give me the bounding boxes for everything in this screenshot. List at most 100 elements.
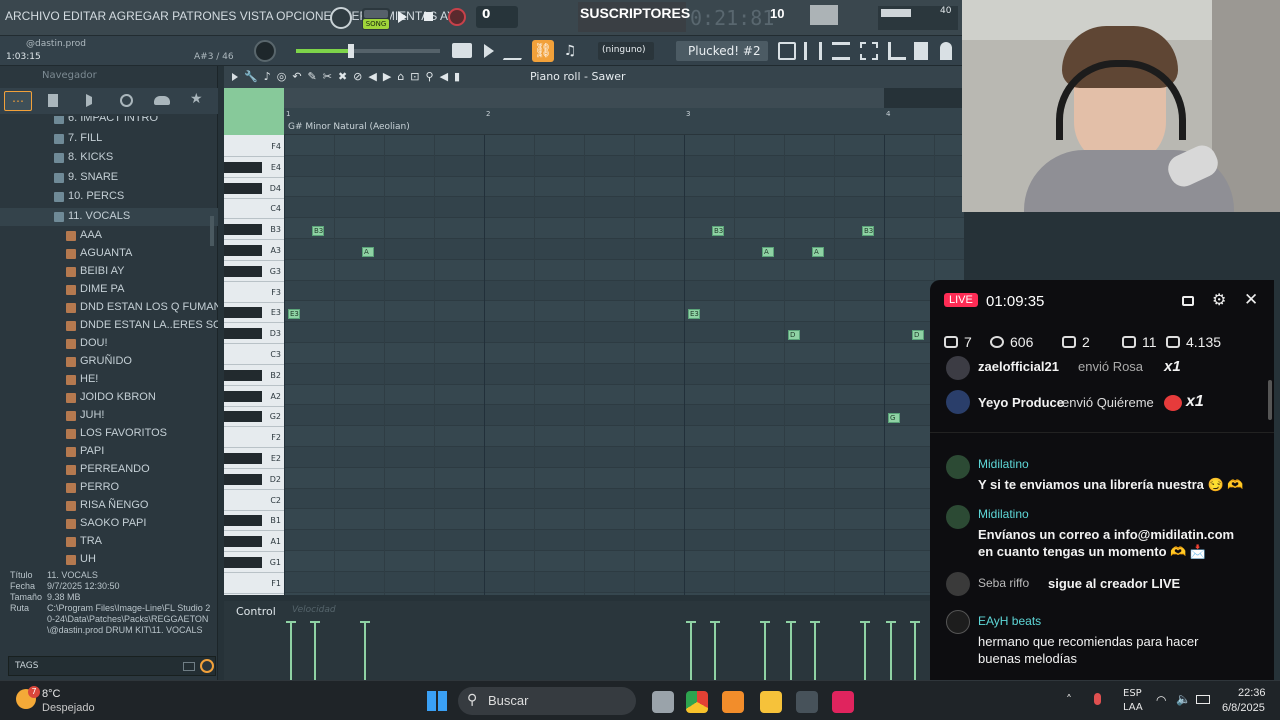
browser-item[interactable]: BEIBI AY (0, 263, 218, 281)
tags-bar[interactable]: TAGS (8, 656, 216, 676)
note[interactable]: A (362, 247, 374, 257)
gear-icon[interactable]: ⚙ (1212, 290, 1226, 310)
lang-2[interactable]: LAA (1123, 702, 1143, 713)
velocity-bar[interactable] (764, 623, 766, 681)
browser-scrollbar[interactable] (210, 216, 214, 246)
velocity-bar[interactable] (864, 623, 866, 681)
black-key[interactable] (224, 369, 262, 381)
preset-selector[interactable]: Plucked! #2 (676, 41, 768, 61)
battery-icon[interactable] (1196, 695, 1210, 704)
piano-icon[interactable] (452, 43, 472, 58)
step-sequencer-icon[interactable] (804, 42, 822, 60)
black-key[interactable] (224, 182, 262, 194)
velocity-bar[interactable] (290, 623, 292, 681)
browser-item[interactable]: HE! (0, 371, 218, 389)
menu-arrow-icon[interactable] (232, 73, 238, 81)
browser-item[interactable]: UH (0, 551, 218, 566)
black-key[interactable] (224, 224, 262, 236)
master-volume-knob[interactable] (254, 40, 276, 62)
search-icon[interactable] (200, 659, 214, 673)
search-box[interactable]: ⚲ Buscar (458, 687, 636, 715)
chrome-icon[interactable] (686, 691, 708, 713)
link-icon[interactable]: ⛓ (532, 40, 554, 62)
snap-corner[interactable] (224, 88, 284, 135)
velocity-bar[interactable] (814, 623, 816, 681)
browser-item[interactable]: SAOKO PAPI (0, 515, 218, 533)
main-menu[interactable]: ARCHIVO EDITAR AGREGAR PATRONES VISTA OP… (5, 9, 464, 23)
browser-item[interactable]: 9. SNARE (0, 169, 218, 187)
wifi-icon[interactable]: ◠ (1156, 693, 1166, 707)
playback-knob[interactable] (330, 7, 352, 29)
browser-item[interactable]: 10. PERCS (0, 188, 218, 206)
task-view-icon[interactable] (652, 691, 674, 713)
folder-icon[interactable] (183, 662, 195, 671)
channel-rack-icon[interactable] (860, 42, 878, 60)
velocity-bar[interactable] (914, 623, 916, 681)
lang-1[interactable]: ESP (1123, 688, 1142, 699)
browser-item[interactable]: 8. KICKS (0, 149, 218, 167)
browser-item[interactable]: JOIDO KBRON (0, 389, 218, 407)
horizontal-scrollbar[interactable] (284, 88, 884, 108)
tool-icons[interactable]: 🔧♪◎↶✎✂✖⊘◀▶⌂⊡⚲◀▮ (244, 70, 504, 84)
browser-item[interactable]: PERREANDO (0, 461, 218, 479)
black-key[interactable] (224, 307, 262, 319)
velocity-bar[interactable] (790, 623, 792, 681)
black-key[interactable] (224, 390, 262, 402)
note[interactable]: E3 (288, 309, 300, 320)
note[interactable]: A (762, 247, 774, 257)
windows-start-icon[interactable] (427, 691, 447, 711)
chat-user[interactable]: Midilatino (978, 507, 1029, 521)
note[interactable]: B3 (862, 226, 874, 237)
lock-icon[interactable] (1182, 296, 1194, 306)
browser-item[interactable]: DND ESTAN LOS Q FUMAN MARI (0, 299, 218, 317)
browser-item[interactable]: 6. IMPACT INTRO (0, 116, 218, 128)
tiktok-icon[interactable] (832, 691, 854, 713)
slide-icon[interactable] (502, 42, 532, 60)
record-icon[interactable] (448, 8, 466, 26)
note[interactable]: D (788, 330, 800, 341)
velocity-bar[interactable] (890, 623, 892, 681)
browser-item[interactable]: RISA ÑENGO (0, 497, 218, 515)
cloud-tab-icon[interactable] (154, 96, 170, 105)
pattern-selector[interactable]: (ninguno) (598, 42, 654, 60)
stop-icon[interactable] (424, 12, 433, 21)
browser-item[interactable]: JUH! (0, 407, 218, 425)
app-icon[interactable] (796, 691, 818, 713)
black-key[interactable] (224, 245, 262, 256)
chat-user[interactable]: Midilatino (978, 457, 1029, 471)
plugin-icon[interactable] (940, 42, 952, 60)
timeline-ruler[interactable]: G# Minor Natural (Aeolian) 1 2 3 4 (284, 108, 962, 135)
control-label[interactable]: Control (236, 605, 276, 618)
velocity-bar[interactable] (690, 623, 692, 681)
speaker-tab-icon[interactable] (86, 94, 96, 107)
pattern-counter-box[interactable]: 0 (476, 6, 518, 28)
browser-item[interactable]: DOU! (0, 335, 218, 353)
piano-keys[interactable]: F4 E4 D4 C4 B3 A3 G3 F3 E3 D3 C3 B2 A2 G2 F2 E2 D2 C2 B1 A1… (224, 135, 284, 595)
plugin-tab-icon[interactable] (120, 94, 133, 107)
browser-item[interactable]: TRA (0, 533, 218, 551)
playlist-icon[interactable] (832, 42, 850, 60)
note[interactable]: A (812, 247, 824, 257)
microphone-icon[interactable] (1094, 693, 1101, 705)
velocity-bar[interactable] (314, 623, 316, 681)
browser-item[interactable]: GRUÑIDO (0, 353, 218, 371)
fl-studio-icon[interactable] (722, 691, 744, 713)
chat-scrollbar[interactable] (1268, 380, 1272, 420)
black-key[interactable] (224, 557, 262, 568)
master-pitch-slider[interactable] (296, 44, 440, 58)
note[interactable]: B3 (312, 226, 324, 237)
velocity-bar[interactable] (714, 623, 716, 681)
tray-chevron-icon[interactable]: ˄ (1066, 693, 1072, 707)
file-tab-icon[interactable] (48, 94, 58, 107)
note[interactable]: B3 (712, 226, 724, 237)
control-param[interactable]: Velocidad (292, 605, 336, 615)
black-key[interactable] (224, 411, 262, 423)
note-grid[interactable]: B3 A E3 E3 B3 A D A B3 D G (284, 135, 964, 595)
black-key[interactable] (224, 453, 262, 464)
velocity-bar[interactable] (364, 623, 366, 681)
browser-item[interactable]: AAA (0, 227, 218, 245)
black-key[interactable] (224, 161, 262, 173)
browser-item[interactable]: DIME PA (0, 281, 218, 299)
browser-item[interactable]: DNDE ESTAN LA..ERES SOLTERAS (0, 317, 218, 335)
star-tab-icon[interactable]: ★ (190, 91, 203, 107)
